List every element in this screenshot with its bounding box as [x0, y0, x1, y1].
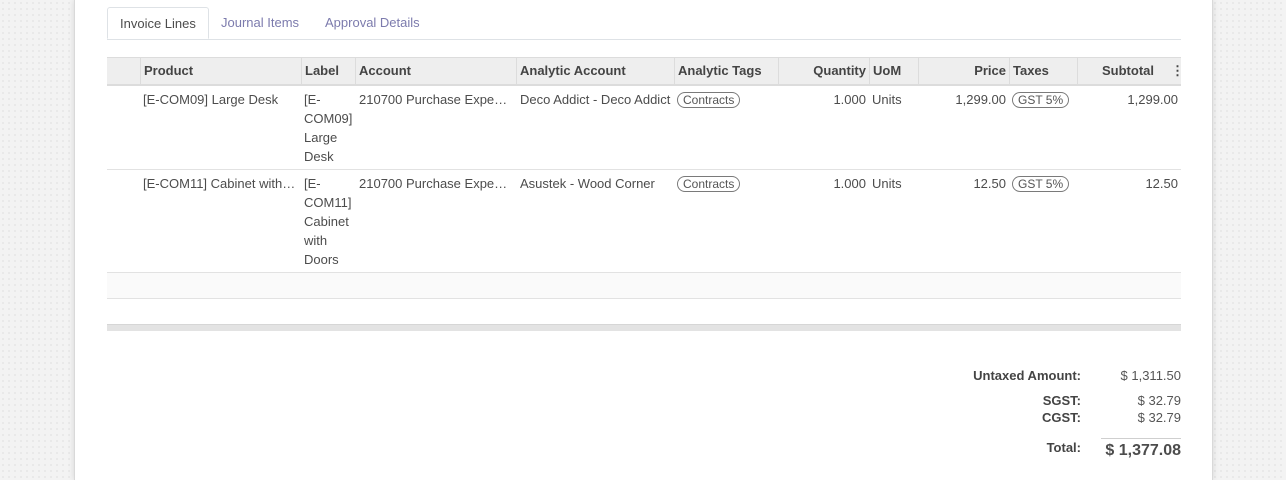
total-line: Total: $ 1,377.08: [875, 431, 1181, 461]
cell-subtotal: 1,299.00: [1127, 92, 1178, 107]
cgst-line: CGST: $ 32.79: [875, 410, 1181, 431]
column-header-taxes[interactable]: Taxes: [1009, 58, 1077, 84]
cell-product[interactable]: [E-COM09] Large Desk: [140, 86, 301, 113]
column-header-quantity[interactable]: Quantity: [778, 58, 869, 84]
total-value: $ 1,377.08: [1101, 438, 1181, 460]
kebab-vertical-icon[interactable]: ⋮: [1171, 58, 1184, 84]
cell-quantity[interactable]: 1.000: [778, 170, 869, 197]
table-row[interactable]: [E-COM11] Cabinet with… [E-COM11] Cabine…: [107, 170, 1181, 273]
cell-taxes[interactable]: GST 5%: [1009, 86, 1077, 113]
cell-account[interactable]: 210700 Purchase Expe…: [356, 170, 512, 197]
cell-uom[interactable]: Units: [869, 170, 918, 197]
column-header-analytic-account[interactable]: Analytic Account: [516, 58, 674, 84]
column-header-analytic-tags[interactable]: Analytic Tags: [674, 58, 778, 84]
totals-summary: Untaxed Amount: $ 1,311.50 SGST: $ 32.79…: [875, 368, 1181, 461]
tab-invoice-lines[interactable]: Invoice Lines: [107, 7, 209, 39]
column-header-account[interactable]: Account: [355, 58, 516, 84]
cell-price[interactable]: 12.50: [918, 170, 1009, 197]
column-header-product[interactable]: Product: [140, 58, 301, 84]
column-header-label[interactable]: Label: [301, 58, 355, 84]
cell-analytic-tags[interactable]: Contracts: [674, 170, 778, 197]
cell-taxes[interactable]: GST 5%: [1009, 170, 1077, 197]
cell-analytic-tags[interactable]: Contracts: [674, 86, 778, 113]
tab-approval-details[interactable]: Approval Details: [313, 7, 432, 39]
cell-uom[interactable]: Units: [869, 86, 918, 113]
sgst-value: $ 32.79: [1137, 393, 1181, 408]
form-sheet: Invoice Lines Journal Items Approval Det…: [74, 0, 1213, 480]
analytic-tag-badge: Contracts: [677, 92, 741, 108]
column-header-price[interactable]: Price: [918, 58, 1009, 84]
cell-price[interactable]: 1,299.00: [918, 86, 1009, 113]
empty-row: [107, 273, 1181, 299]
tax-badge: GST 5%: [1012, 92, 1070, 108]
table-spacer: [107, 299, 1181, 324]
column-header-subtotal[interactable]: Subtotal: [1077, 58, 1157, 84]
table-header: Product Label Account Analytic Account A…: [107, 57, 1184, 86]
cgst-value: $ 32.79: [1137, 410, 1181, 425]
tab-journal-items[interactable]: Journal Items: [209, 7, 311, 39]
cell-account[interactable]: 210700 Purchase Expe…: [356, 86, 512, 113]
horizontal-scrollbar[interactable]: [107, 324, 1181, 331]
cell-label[interactable]: [E-COM09] Large Desk: [301, 86, 355, 170]
sgst-line: SGST: $ 32.79: [875, 389, 1181, 410]
total-label: Total:: [1046, 440, 1081, 455]
cell-analytic-account[interactable]: Asustek - Wood Corner: [517, 170, 677, 197]
cell-analytic-account[interactable]: Deco Addict - Deco Addict: [517, 86, 677, 113]
sgst-label: SGST:: [1042, 393, 1081, 408]
invoice-lines-table: Product Label Account Analytic Account A…: [107, 57, 1184, 331]
analytic-tag-badge: Contracts: [677, 176, 741, 192]
tax-badge: GST 5%: [1012, 176, 1070, 192]
cell-quantity[interactable]: 1.000: [778, 86, 869, 113]
untaxed-amount-value: $ 1,311.50: [1120, 368, 1181, 383]
cell-product[interactable]: [E-COM11] Cabinet with…: [140, 170, 301, 197]
notebook-tabs: Invoice Lines Journal Items Approval Det…: [107, 7, 1181, 40]
table-row[interactable]: [E-COM09] Large Desk [E-COM09] Large Des…: [107, 86, 1181, 170]
cgst-label: CGST:: [1042, 410, 1081, 425]
handle-column-header: [107, 58, 140, 84]
cell-subtotal: 12.50: [1145, 176, 1178, 191]
untaxed-amount-label: Untaxed Amount:: [973, 368, 1081, 383]
column-header-uom[interactable]: UoM: [869, 58, 918, 84]
cell-label[interactable]: [E-COM11] Cabinet with Doors: [301, 170, 355, 273]
untaxed-amount-line: Untaxed Amount: $ 1,311.50: [875, 368, 1181, 389]
